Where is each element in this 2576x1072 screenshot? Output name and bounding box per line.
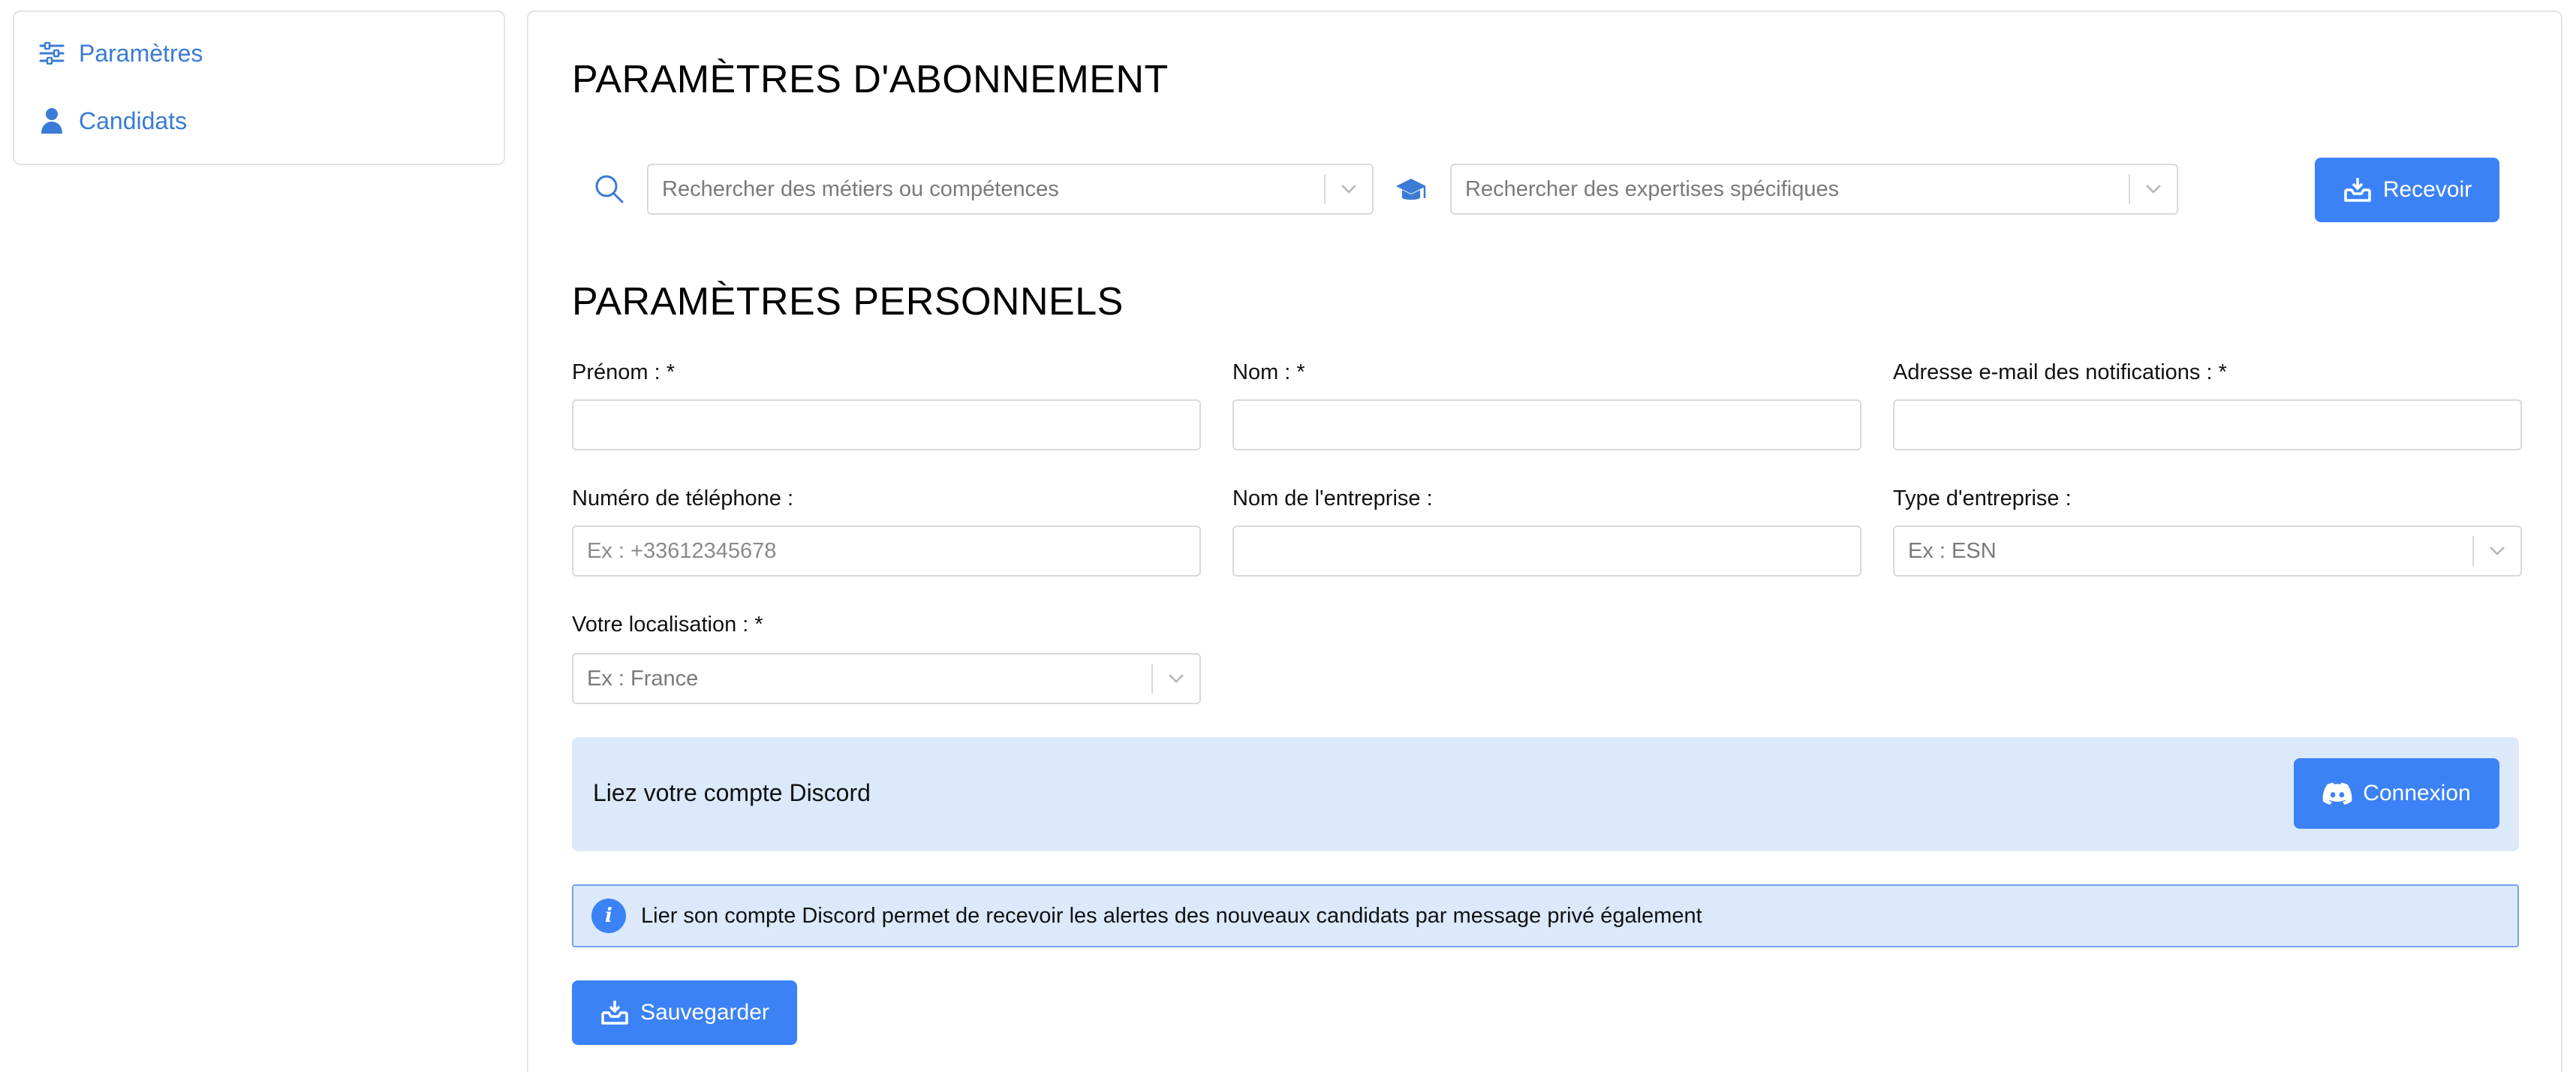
location-placeholder: Ex : France: [587, 666, 699, 691]
discord-link-label: Liez votre compte Discord: [593, 779, 871, 806]
personal-title: PARAMÈTRES PERSONNELS: [572, 280, 1124, 324]
jobs-skills-placeholder: Rechercher des métiers ou compétences: [662, 176, 1059, 201]
company-type-label: Type d'entreprise :: [1893, 486, 2072, 510]
jobs-skills-select[interactable]: Rechercher des métiers ou compétences: [647, 164, 1374, 215]
main-panel: PARAMÈTRES D'ABONNEMENT Rechercher des m…: [527, 11, 2562, 1072]
location-select[interactable]: Ex : France: [572, 653, 1201, 704]
discord-connect-label: Connexion: [2363, 781, 2471, 806]
discord-link-panel: Liez votre compte Discord Connexion: [572, 737, 2519, 851]
email-label: Adresse e-mail des notifications : *: [1893, 360, 2227, 384]
receive-button[interactable]: Recevoir: [2315, 158, 2499, 222]
first-name-input[interactable]: [572, 399, 1201, 450]
last-name-label: Nom : *: [1232, 360, 1305, 384]
expertise-placeholder: Rechercher des expertises spécifiques: [1465, 176, 1840, 201]
company-type-placeholder: Ex : ESN: [1908, 538, 1997, 563]
chevron-down-icon[interactable]: [2130, 165, 2177, 213]
discord-icon: [2322, 780, 2352, 807]
search-icon: [593, 173, 624, 204]
last-name-input[interactable]: [1232, 399, 1861, 450]
sidebar-item-label: Candidats: [79, 107, 188, 134]
sidebar-item-candidats[interactable]: Candidats: [38, 102, 480, 140]
company-name-label: Nom de l'entreprise :: [1232, 486, 1433, 510]
email-input[interactable]: [1893, 399, 2522, 450]
sidebar-item-parametres[interactable]: Paramètres: [38, 35, 480, 72]
save-button[interactable]: Sauvegarder: [572, 980, 797, 1045]
chevron-down-icon[interactable]: [1153, 655, 1199, 703]
phone-label: Numéro de téléphone :: [572, 486, 794, 510]
subscription-title: PARAMÈTRES D'ABONNEMENT: [572, 58, 1169, 101]
discord-info-text: Lier son compte Discord permet de recevo…: [641, 903, 1702, 928]
inbox-download-icon: [600, 999, 630, 1026]
discord-connect-button[interactable]: Connexion: [2294, 758, 2499, 829]
company-type-select[interactable]: Ex : ESN: [1893, 525, 2522, 577]
graduation-cap-icon: [1395, 176, 1428, 206]
first-name-label: Prénom : *: [572, 360, 675, 384]
discord-info-alert: i Lier son compte Discord permet de rece…: [572, 884, 2519, 947]
company-name-input[interactable]: [1232, 525, 1861, 577]
chevron-down-icon[interactable]: [2474, 527, 2520, 575]
info-icon: i: [591, 899, 626, 933]
sliders-icon: [38, 40, 65, 67]
receive-label: Recevoir: [2382, 177, 2472, 202]
inbox-download-icon: [2343, 176, 2373, 203]
sidebar-item-label: Paramètres: [79, 39, 203, 67]
chevron-down-icon[interactable]: [1326, 165, 1372, 213]
expertise-select[interactable]: Rechercher des expertises spécifiques: [1450, 164, 2178, 215]
save-label: Sauvegarder: [640, 1000, 769, 1025]
location-label: Votre localisation : *: [572, 613, 763, 637]
sidebar: Paramètres Candidats: [13, 11, 505, 165]
user-icon: [38, 107, 65, 134]
phone-input[interactable]: [572, 525, 1201, 577]
